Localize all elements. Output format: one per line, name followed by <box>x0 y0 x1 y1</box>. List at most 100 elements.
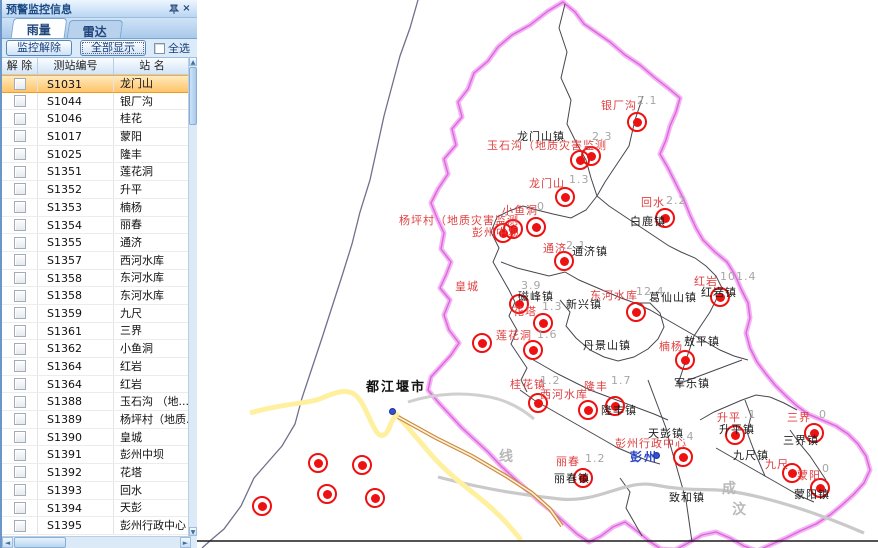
station-label: 回水 <box>641 197 665 209</box>
release-checkbox[interactable] <box>14 307 26 319</box>
table-row[interactable]: S1351莲花洞 <box>2 163 191 181</box>
release-checkbox[interactable] <box>14 360 26 372</box>
station-name-cell: 天彭 <box>114 499 191 516</box>
release-checkbox[interactable] <box>14 201 26 213</box>
alert-station-marker[interactable] <box>352 455 372 475</box>
table-row[interactable]: S1391彭州中坝 <box>2 446 191 464</box>
alert-station-marker[interactable] <box>523 340 543 360</box>
table-row[interactable]: S1352升平 <box>2 181 191 199</box>
table-row[interactable]: S1392花塔 <box>2 464 191 482</box>
alert-station-marker[interactable] <box>526 217 546 237</box>
alert-station-marker[interactable] <box>627 112 647 132</box>
release-checkbox[interactable] <box>14 183 26 195</box>
alert-station-marker[interactable] <box>578 400 598 420</box>
table-row[interactable]: S1353楠杨 <box>2 199 191 217</box>
county-boundary-line <box>428 2 870 548</box>
tab-1[interactable]: 雷达 <box>67 20 124 38</box>
station-name-cell: 通济 <box>114 234 191 251</box>
table-row[interactable]: S1355通济 <box>2 234 191 252</box>
scroll-up-arrow[interactable]: ▲ <box>189 57 197 66</box>
release-checkbox[interactable] <box>14 219 26 231</box>
table-row[interactable]: S1364红岩 <box>2 376 191 394</box>
release-checkbox[interactable] <box>14 113 26 125</box>
rain-value-label: 0 <box>819 409 827 421</box>
horizontal-scrollbar[interactable]: ◄ ► <box>2 536 191 548</box>
tab-0-active[interactable]: 雨量 <box>11 18 68 38</box>
release-checkbox[interactable] <box>14 254 26 266</box>
alert-station-marker[interactable] <box>555 187 575 207</box>
column-header-station-id[interactable]: 测站编号 <box>38 58 114 74</box>
alert-station-marker[interactable] <box>308 453 328 473</box>
alert-marker-dot <box>371 494 380 503</box>
table-row[interactable]: S1354丽春 <box>2 217 191 235</box>
table-row[interactable]: S1031龙门山 <box>2 75 191 93</box>
table-row[interactable]: S1044银厂沟 <box>2 93 191 111</box>
table-row[interactable]: S1362小鱼洞 <box>2 340 191 358</box>
monitor-release-button[interactable]: 监控解除 <box>6 40 72 56</box>
release-checkbox[interactable] <box>14 325 26 337</box>
release-checkbox[interactable] <box>14 520 26 532</box>
table-row[interactable]: S1390皇城 <box>2 429 191 447</box>
table-row[interactable]: S1358东河水库 <box>2 270 191 288</box>
rain-value-label: 1.2 <box>585 453 606 465</box>
table-row[interactable]: S1357西河水库 <box>2 252 191 270</box>
release-checkbox[interactable] <box>14 95 26 107</box>
table-row[interactable]: S1394天彭 <box>2 500 191 518</box>
column-header-station-name[interactable]: 站 名 <box>114 58 191 74</box>
rain-value-label: 2.2 <box>666 195 687 207</box>
alert-station-marker[interactable] <box>365 488 385 508</box>
alert-station-marker[interactable] <box>673 447 693 467</box>
release-checkbox[interactable] <box>14 378 26 390</box>
table-row[interactable]: S1361三界 <box>2 323 191 341</box>
station-name-cell: 桂花 <box>114 110 191 127</box>
table-row[interactable]: S1388玉石沟 （地... <box>2 393 191 411</box>
alert-station-marker[interactable] <box>675 350 695 370</box>
table-row[interactable]: S1395彭州行政中心 <box>2 517 191 535</box>
scroll-down-arrow[interactable]: ▼ <box>189 527 197 536</box>
table-row[interactable]: S1025隆丰 <box>2 146 191 164</box>
station-id-cell: S1044 <box>38 93 114 110</box>
station-table: 解 除 测站编号 站 名 S1031龙门山S1044银厂沟S1046桂花S101… <box>2 57 191 536</box>
station-name-cell: 花塔 <box>114 464 191 481</box>
station-name-cell: 彭州行政中心 <box>114 517 191 534</box>
alert-marker-dot <box>584 406 593 415</box>
release-checkbox[interactable] <box>14 290 26 302</box>
release-checkbox[interactable] <box>14 484 26 496</box>
scroll-right-arrow[interactable]: ► <box>180 537 191 548</box>
vertical-scroll-thumb[interactable] <box>189 67 197 125</box>
release-checkbox[interactable] <box>14 343 26 355</box>
release-checkbox[interactable] <box>14 431 26 443</box>
table-row[interactable]: S1364红岩 <box>2 358 191 376</box>
alert-station-marker[interactable] <box>626 302 646 322</box>
alert-marker-dot <box>633 118 642 127</box>
release-checkbox[interactable] <box>14 466 26 478</box>
release-checkbox[interactable] <box>14 272 26 284</box>
release-checkbox[interactable] <box>14 148 26 160</box>
table-row[interactable]: S1389杨坪村（地质.. <box>2 411 191 429</box>
horizontal-scroll-thumb[interactable] <box>14 537 66 548</box>
show-all-button[interactable]: 全部显示 <box>80 40 146 56</box>
vertical-scrollbar[interactable]: ▲ ▼ <box>188 57 197 536</box>
release-checkbox[interactable] <box>14 166 26 178</box>
pin-icon[interactable] <box>167 2 180 15</box>
table-row[interactable]: S1017蒙阳 <box>2 128 191 146</box>
close-icon[interactable]: × <box>180 2 193 15</box>
release-checkbox[interactable] <box>14 413 26 425</box>
release-checkbox[interactable] <box>14 130 26 142</box>
scroll-left-arrow[interactable]: ◄ <box>2 537 13 548</box>
column-header-release[interactable]: 解 除 <box>2 58 38 74</box>
release-checkbox[interactable] <box>14 237 26 249</box>
alert-station-marker[interactable] <box>472 333 492 353</box>
select-all-checkbox[interactable] <box>154 43 165 54</box>
table-row[interactable]: S1046桂花 <box>2 110 191 128</box>
town-label: 军乐镇 <box>674 378 710 390</box>
alert-station-marker[interactable] <box>252 496 272 516</box>
table-row[interactable]: S1359九尺 <box>2 305 191 323</box>
table-row[interactable]: S1358东河水库 <box>2 287 191 305</box>
release-checkbox[interactable] <box>14 78 26 90</box>
table-row[interactable]: S1393回水 <box>2 482 191 500</box>
release-checkbox[interactable] <box>14 502 26 514</box>
release-checkbox[interactable] <box>14 449 26 461</box>
alert-station-marker[interactable] <box>317 484 337 504</box>
release-checkbox[interactable] <box>14 396 26 408</box>
